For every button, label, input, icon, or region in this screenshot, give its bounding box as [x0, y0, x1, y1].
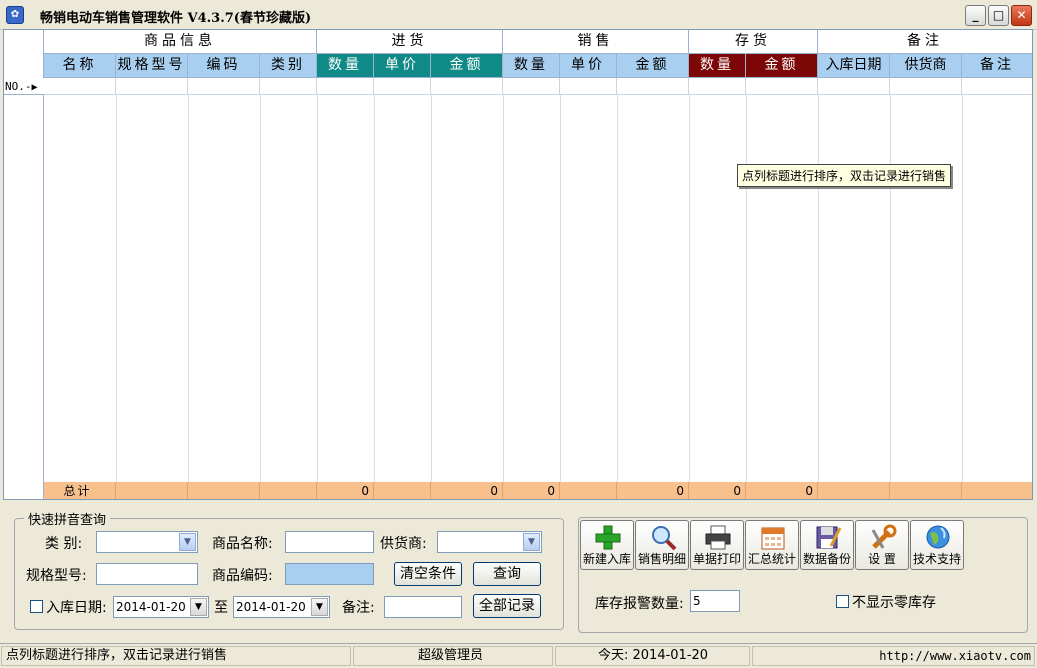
magnifier-icon [649, 524, 677, 551]
to-label: 至 [214, 600, 228, 616]
hide-zero-stock-checkbox[interactable] [836, 595, 849, 608]
column-header-sales-amount[interactable]: 金额 [617, 54, 689, 78]
column-header-purchase-amount[interactable]: 金额 [431, 54, 503, 78]
column-header-sales-price[interactable]: 单价 [560, 54, 617, 78]
column-header-row: 名称 规格型号 编码 类别 数量 单价 金额 数量 单价 金额 数量 金额 入库… [44, 54, 1032, 78]
calendar-icon [759, 524, 787, 551]
clear-conditions-button[interactable]: 清空条件 [394, 562, 462, 586]
totals-label: 总计 [44, 482, 116, 499]
column-header-model[interactable]: 规格型号 [116, 54, 188, 78]
technical-support-button[interactable]: 技术支持 [910, 520, 964, 570]
column-header-remark[interactable]: 备注 [962, 54, 1032, 78]
column-header-stock-amount[interactable]: 金额 [746, 54, 818, 78]
sales-detail-button[interactable]: 销售明细 [635, 520, 689, 570]
window-title: 畅销电动车销售管理软件 V4.3.7(春节珍藏版) [40, 11, 312, 26]
stock-alert-label: 库存报警数量: [595, 596, 684, 612]
globe-icon [924, 524, 952, 551]
total-stock-amount: 0 [746, 482, 818, 499]
supplier-label: 供货商: [380, 536, 427, 552]
remark-label: 备注: [342, 600, 375, 616]
column-header-stock-qty[interactable]: 数量 [689, 54, 746, 78]
minimize-button[interactable]: _ [965, 5, 986, 26]
search-button[interactable]: 查询 [473, 562, 541, 586]
chevron-down-icon[interactable]: ▼ [523, 533, 540, 551]
group-header-remarks[interactable]: 备注 [818, 30, 1032, 54]
date-to-picker[interactable]: 2014-01-20 ▼ [233, 596, 330, 618]
total-sales-qty: 0 [503, 482, 560, 499]
status-user: 超级管理员 [353, 646, 553, 666]
settings-button[interactable]: 设 置 [855, 520, 909, 570]
chevron-down-icon[interactable]: ▼ [179, 533, 196, 551]
group-header-stock[interactable]: 存货 [689, 30, 818, 54]
wrench-icon [869, 524, 897, 551]
printer-icon [704, 524, 732, 551]
total-purchase-qty: 0 [317, 482, 374, 499]
total-sales-amount: 0 [617, 482, 689, 499]
product-name-input[interactable] [285, 531, 374, 553]
title-bar: ✿ 畅销电动车销售管理软件 V4.3.7(春节珍藏版) _ □ ✕ [0, 0, 1037, 30]
hide-zero-stock-label: 不显示零库存 [852, 595, 936, 611]
all-records-button[interactable]: 全部记录 [473, 594, 541, 618]
maximize-button[interactable]: □ [988, 5, 1009, 26]
summary-statistics-button[interactable]: 汇总统计 [745, 520, 799, 570]
column-header-supplier[interactable]: 供货商 [890, 54, 962, 78]
column-header-entry-date[interactable]: 入库日期 [818, 54, 890, 78]
sort-hint-tooltip: 点列标题进行排序，双击记录进行销售 [737, 164, 952, 187]
supplier-select[interactable]: ▼ [437, 531, 542, 553]
category-label: 类 别: [45, 536, 83, 552]
product-code-input[interactable] [285, 563, 374, 585]
quick-search-legend: 快速拼音查询 [24, 509, 111, 528]
add-icon [594, 524, 622, 551]
status-today: 今天: 2014-01-20 [555, 646, 750, 666]
row-pointer-icon: ▶ [31, 82, 38, 93]
row-header-column [4, 30, 44, 499]
column-header-category[interactable]: 类别 [260, 54, 317, 78]
column-header-sales-qty[interactable]: 数量 [503, 54, 560, 78]
data-backup-button[interactable]: 数据备份 [800, 520, 854, 570]
group-header-sales[interactable]: 销售 [503, 30, 689, 54]
new-row-indicator[interactable]: NO.-▶ [4, 78, 44, 95]
status-bar: 点列标题进行排序，双击记录进行销售 超级管理员 今天: 2014-01-20 h… [0, 643, 1037, 668]
chevron-down-icon[interactable]: ▼ [190, 598, 207, 616]
column-header-purchase-price[interactable]: 单价 [374, 54, 431, 78]
app-logo-icon[interactable]: ✿ [6, 6, 24, 24]
stock-alert-input[interactable]: 5 [690, 590, 740, 612]
chevron-down-icon[interactable]: ▼ [311, 598, 328, 616]
status-url[interactable]: http://www.xiaotv.com [752, 646, 1035, 666]
group-header-product-info[interactable]: 商品信息 [44, 30, 317, 54]
status-hint: 点列标题进行排序，双击记录进行销售 [1, 646, 351, 666]
column-header-name[interactable]: 名称 [44, 54, 116, 78]
floppy-disk-icon [814, 524, 842, 551]
date-from-picker[interactable]: 2014-01-20 ▼ [113, 596, 209, 618]
total-stock-qty: 0 [689, 482, 746, 499]
model-input[interactable] [96, 563, 198, 585]
print-voucher-button[interactable]: 单据打印 [690, 520, 744, 570]
close-button[interactable]: ✕ [1011, 5, 1032, 26]
remark-input[interactable] [384, 596, 462, 618]
column-header-purchase-qty[interactable]: 数量 [317, 54, 374, 78]
new-entry-row[interactable] [44, 78, 1032, 95]
total-purchase-amount: 0 [431, 482, 503, 499]
entry-date-label: 入库日期: [46, 600, 107, 616]
model-label: 规格型号: [26, 568, 87, 584]
category-select[interactable]: ▼ [96, 531, 198, 553]
column-header-code[interactable]: 编码 [188, 54, 260, 78]
totals-row: 总计 0 0 0 0 0 0 [4, 482, 1032, 499]
new-row-label: NO.- [5, 80, 32, 93]
group-header-purchase[interactable]: 进货 [317, 30, 503, 54]
product-code-label: 商品编码: [212, 568, 273, 584]
group-header-row: 商品信息 进货 销售 存货 备注 [44, 30, 1032, 54]
new-stock-in-button[interactable]: 新建入库 [580, 520, 634, 570]
product-name-label: 商品名称: [212, 536, 273, 552]
entry-date-checkbox[interactable] [30, 600, 43, 613]
inventory-grid[interactable]: 商品信息 进货 销售 存货 备注 名称 规格型号 编码 类别 数量 单价 金额 … [3, 29, 1033, 500]
